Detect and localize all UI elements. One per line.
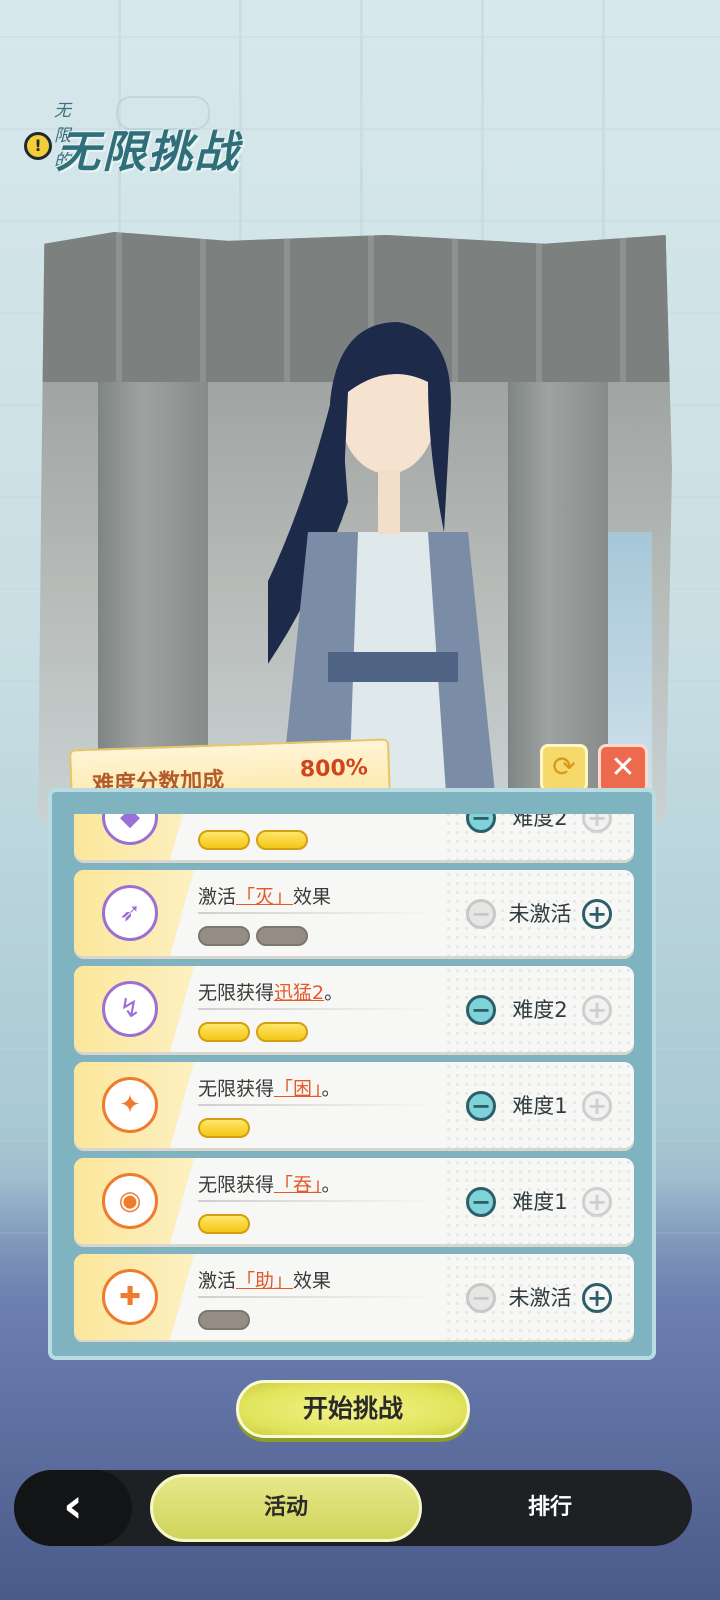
modifier-row: ↯ 无限获得迅猛2。 − 难度2 +: [74, 966, 634, 1052]
difficulty-pip: [198, 1022, 250, 1042]
difficulty-level: 未激活: [508, 902, 572, 926]
close-icon: ✕: [610, 750, 636, 785]
modifier-row: ◉ 无限获得「吞」。 − 难度1 +: [74, 1158, 634, 1244]
desc-prefix: 无限获得: [198, 1174, 275, 1196]
difficulty-pip: [198, 1214, 250, 1234]
trap-icon: ✦: [102, 1077, 158, 1133]
difficulty-pip: [256, 1022, 308, 1042]
swift-icon: ↯: [102, 981, 158, 1037]
character-scene-image: [38, 232, 672, 822]
back-arrow-icon: ‹: [63, 1478, 83, 1534]
modifier-description: 无限获得「吞」。: [198, 1170, 341, 1197]
desc-suffix: 效果: [293, 1270, 332, 1292]
difficulty-pips: [198, 1022, 314, 1046]
difficulty-pips: [198, 830, 314, 854]
page-title: 无限挑战: [56, 127, 240, 178]
modifier-description: 无限获得迅猛2。: [198, 978, 343, 1005]
modifier-panel: ◆ − 难度2 + ➶ 激活「灭」效果 − 未激活 + ↯ 无限获得迅猛2。 − 难度2 + ✦ 无限…: [48, 788, 656, 1360]
difficulty-level: 难度1: [512, 1094, 568, 1118]
refresh-button[interactable]: ⟳: [540, 744, 588, 792]
difficulty-pips: [198, 1118, 256, 1142]
difficulty-pips: [198, 1310, 256, 1334]
difficulty-pips: [198, 1214, 256, 1238]
increase-button[interactable]: +: [582, 995, 612, 1025]
desc-highlight[interactable]: 「困」: [274, 1078, 322, 1100]
info-icon[interactable]: !: [24, 132, 52, 160]
desc-prefix: 激活: [198, 1270, 237, 1292]
desc-suffix: 。: [321, 1078, 341, 1100]
close-button[interactable]: ✕: [598, 744, 648, 794]
desc-suffix: 。: [321, 1174, 341, 1196]
modifier-row: ✦ 无限获得「困」。 − 难度1 +: [74, 1062, 634, 1148]
desc-prefix: 无限获得: [198, 1078, 275, 1100]
back-button[interactable]: ‹: [14, 1470, 132, 1546]
modifier-description: 激活「助」效果: [198, 1266, 331, 1293]
modifier-row: ➶ 激活「灭」效果 − 未激活 +: [74, 870, 634, 956]
difficulty-pip: [256, 926, 308, 946]
modifier-row-partial: ◆ − 难度2 +: [74, 814, 634, 860]
difficulty-level: 难度1: [512, 1190, 568, 1214]
desc-highlight[interactable]: 迅猛2: [274, 982, 324, 1004]
decrease-button[interactable]: −: [466, 1283, 496, 1313]
decrease-button[interactable]: −: [466, 1187, 496, 1217]
assist-icon: ✚: [102, 1269, 158, 1325]
desc-prefix: 激活: [198, 886, 237, 908]
difficulty-pip: [198, 1118, 250, 1138]
difficulty-level: 难度2: [512, 814, 568, 830]
refresh-icon: ⟳: [552, 750, 576, 783]
increase-button[interactable]: +: [582, 899, 612, 929]
difficulty-level: 难度2: [512, 998, 568, 1022]
decrease-button[interactable]: −: [466, 899, 496, 929]
difficulty-level: 未激活: [508, 1286, 572, 1310]
desc-highlight[interactable]: 「吞」: [274, 1174, 322, 1196]
desc-highlight[interactable]: 「灭」: [236, 886, 293, 908]
desc-suffix: 效果: [293, 886, 332, 908]
increase-button[interactable]: +: [582, 1283, 612, 1313]
wing-icon: ➶: [102, 885, 158, 941]
modifier-row: ✚ 激活「助」效果 − 未激活 +: [74, 1254, 634, 1340]
difficulty-pip: [198, 926, 250, 946]
devour-icon: ◉: [102, 1173, 158, 1229]
modifier-list[interactable]: ◆ − 难度2 + ➶ 激活「灭」效果 − 未激活 + ↯ 无限获得迅猛2。 − 难度2 + ✦ 无限…: [74, 814, 634, 1342]
decrease-button[interactable]: −: [466, 995, 496, 1025]
bonus-value: 800%: [299, 755, 369, 783]
desc-highlight[interactable]: 「助」: [236, 1270, 293, 1292]
desc-suffix: 。: [324, 982, 344, 1004]
tab-ranking[interactable]: 排行: [470, 1474, 630, 1542]
modifier-description: 无限获得「困」。: [198, 1074, 341, 1101]
desc-prefix: 无限获得: [198, 982, 275, 1004]
decrease-button[interactable]: −: [466, 1091, 496, 1121]
modifier-description: 激活「灭」效果: [198, 882, 331, 909]
tab-activity[interactable]: 活动: [150, 1474, 422, 1542]
increase-button[interactable]: +: [582, 1187, 612, 1217]
difficulty-pips: [198, 926, 314, 950]
difficulty-pip: [198, 1310, 250, 1330]
start-challenge-button[interactable]: 开始挑战: [236, 1380, 470, 1438]
increase-button[interactable]: +: [582, 1091, 612, 1121]
